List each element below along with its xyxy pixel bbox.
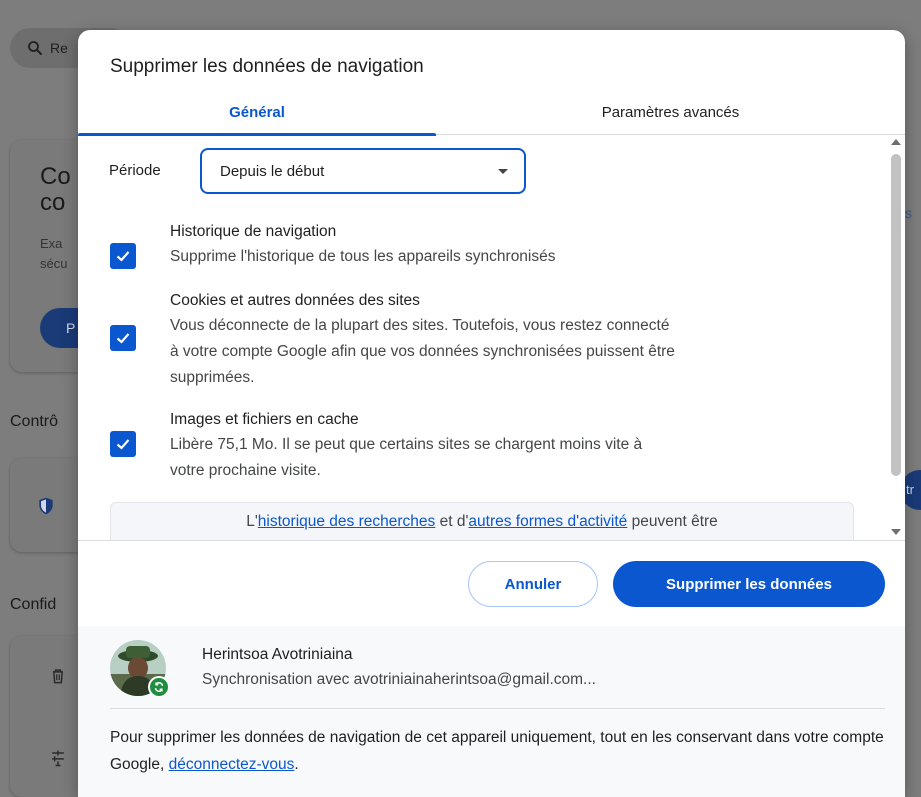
background-card-text-line: Exa bbox=[40, 236, 63, 251]
background-card-title-line: co bbox=[40, 189, 66, 216]
background-search-text: Re bbox=[50, 40, 68, 56]
info-middle: et d' bbox=[435, 513, 469, 530]
other-activity-link[interactable]: autres formes d'activité bbox=[468, 513, 627, 530]
search-icon bbox=[28, 41, 42, 55]
delete-data-button[interactable]: Supprimer les données bbox=[613, 561, 885, 607]
option-title: Cookies et autres données des sites bbox=[170, 292, 420, 309]
option-description: Libère 75,1 Mo. Il se peut que certains … bbox=[170, 436, 643, 453]
cancel-button[interactable]: Annuler bbox=[468, 561, 598, 607]
cached-images-text: Images et fichiers en cache Libère 75,1 … bbox=[170, 408, 860, 484]
option-title: Images et fichiers en cache bbox=[170, 411, 359, 428]
footer-divider bbox=[78, 540, 905, 541]
option-title: Historique de navigation bbox=[170, 223, 337, 240]
scrollbar[interactable] bbox=[887, 136, 905, 540]
search-history-link[interactable]: historique des recherches bbox=[258, 513, 436, 530]
clear-browsing-data-dialog: Supprimer les données de navigation Géné… bbox=[78, 30, 905, 797]
background-card-title-line: Co bbox=[40, 163, 71, 190]
background-card-title: Co co bbox=[40, 164, 71, 216]
browsing-history-checkbox[interactable] bbox=[110, 243, 136, 269]
signout-link[interactable]: déconnectez-vous bbox=[169, 756, 295, 773]
dropdown-arrow-icon bbox=[498, 169, 508, 174]
background-card-text: Exa sécu bbox=[40, 234, 67, 274]
period-selected-value: Depuis le début bbox=[220, 162, 325, 180]
scroll-up-arrow-icon[interactable] bbox=[891, 139, 901, 145]
account-name: Herintsoa Avotriniaina bbox=[202, 646, 353, 663]
cookies-checkbox[interactable] bbox=[110, 325, 136, 351]
background-section-confidentiality: Confid bbox=[10, 596, 57, 613]
option-description: Supprime l'historique de tous les appare… bbox=[170, 248, 556, 265]
info-suffix: peuvent être bbox=[627, 513, 718, 530]
checkmark-icon bbox=[116, 333, 130, 344]
option-description: votre prochaine visite. bbox=[170, 462, 321, 479]
background-section-controls: Contrô bbox=[10, 413, 59, 430]
account-divider bbox=[110, 708, 885, 709]
cached-images-checkbox[interactable] bbox=[110, 431, 136, 457]
account-section: Herintsoa Avotriniaina Synchronisation a… bbox=[78, 626, 905, 797]
trash-icon bbox=[53, 669, 63, 684]
info-prefix: L' bbox=[246, 513, 258, 530]
tab-advanced[interactable]: Paramètres avancés bbox=[436, 90, 905, 135]
cookies-text: Cookies et autres données des sites Vous… bbox=[170, 289, 860, 391]
signout-note-end: . bbox=[294, 756, 299, 773]
tab-general[interactable]: Général bbox=[78, 90, 436, 136]
tab-bar: Général Paramètres avancés bbox=[78, 90, 905, 136]
period-label: Période bbox=[109, 162, 161, 179]
scroll-down-arrow-icon[interactable] bbox=[891, 529, 901, 535]
sync-status-icon bbox=[148, 676, 170, 698]
sync-icon bbox=[154, 682, 164, 692]
scrollbar-thumb[interactable] bbox=[891, 154, 901, 476]
checkmark-icon bbox=[116, 439, 130, 450]
settings-tune-icon bbox=[52, 750, 64, 767]
option-description: supprimées. bbox=[170, 369, 255, 386]
options-scroll-area: Période Depuis le début Historique de na… bbox=[78, 136, 905, 540]
option-description: à votre compte Google afin que vos donné… bbox=[170, 343, 675, 360]
browsing-history-text: Historique de navigation Supprime l'hist… bbox=[170, 220, 860, 270]
checkmark-icon bbox=[116, 251, 130, 262]
period-dropdown[interactable]: Depuis le début bbox=[200, 148, 526, 194]
background-card-text-line: sécu bbox=[40, 256, 68, 271]
dialog-title: Supprimer les données de navigation bbox=[110, 56, 424, 77]
background-right-label: s bbox=[905, 205, 912, 221]
signout-note: Pour supprimer les données de navigation… bbox=[110, 724, 890, 778]
account-sync-status: Synchronisation avec avotriniainaherints… bbox=[202, 671, 596, 688]
shield-icon bbox=[39, 497, 53, 515]
activity-info-box: L'historique des recherches et d'autres … bbox=[110, 502, 854, 540]
option-description: Vous déconnecte de la plupart des sites.… bbox=[170, 317, 670, 334]
